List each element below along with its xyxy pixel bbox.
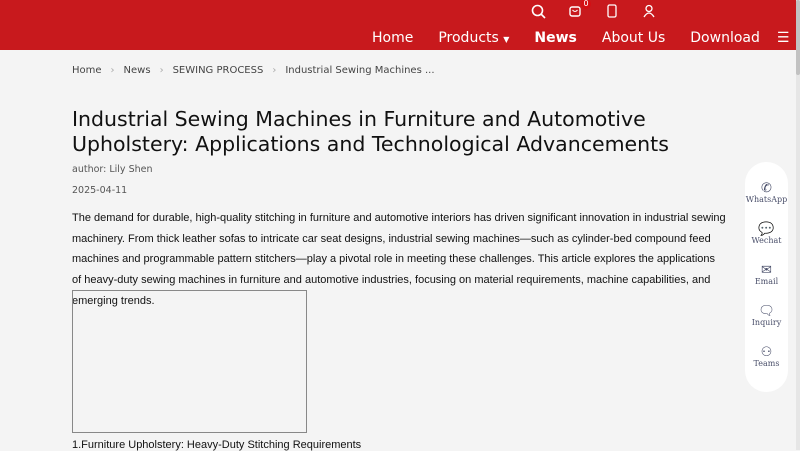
whatsapp-icon: ✆ (761, 181, 772, 196)
author: author: Lily Shen (72, 164, 153, 175)
chevron-icon: › (110, 65, 115, 76)
label: WhatsApp (745, 195, 788, 204)
breadcrumb: Home › News › SEWING PROCESS › Industrial S… (72, 65, 435, 76)
scrollbar[interactable] (796, 0, 800, 450)
chevron-icon: › (159, 65, 164, 76)
cart-icon[interactable]: 0 (565, 0, 591, 19)
label: Email (754, 277, 779, 286)
chevron-icon: › (272, 65, 277, 76)
side-whatsapp[interactable]: ✆ WhatsApp (745, 182, 788, 223)
crumb-current: Industrial Sewing Machines ... (285, 65, 435, 76)
page-title: Industrial Sewing Machines in Furniture … (72, 107, 669, 156)
nav-download[interactable]: Download (690, 30, 760, 46)
nav-about[interactable]: About Us (602, 30, 665, 46)
phone-icon[interactable] (602, 3, 622, 19)
nav-news[interactable]: News (534, 30, 576, 46)
label: Inquiry (751, 318, 782, 327)
nav-home[interactable]: Home (372, 30, 413, 46)
side-email[interactable]: ✉ Email (745, 264, 788, 305)
crumb-news[interactable]: News (124, 65, 151, 76)
date: 2025-04-11 (72, 185, 128, 196)
user-icon[interactable] (639, 3, 659, 19)
search-icon[interactable] (528, 3, 548, 19)
nav-products-label: Products (438, 30, 499, 46)
label: Wechat (751, 236, 782, 245)
side-inquiry[interactable]: 🗨 Inquiry (745, 305, 788, 346)
broken-image (72, 290, 307, 433)
email-icon: ✉ (761, 263, 772, 278)
wechat-icon: 💬 (758, 222, 775, 237)
nav-products[interactable]: Products ▼ (438, 30, 509, 46)
teams-icon: ⚇ (760, 345, 773, 360)
crumb-home[interactable]: Home (72, 65, 102, 76)
header: 0 Home Products ▼ News About Us Download… (0, 0, 796, 50)
cart-badge: 0 (581, 0, 591, 9)
caret-down-icon: ▼ (503, 35, 510, 44)
side-wechat[interactable]: 💬 Wechat (745, 223, 788, 264)
label: Teams (753, 359, 780, 368)
inquiry-icon: 🗨 (758, 304, 775, 319)
section-heading: 1.Furniture Upholstery: Heavy-Duty Stitc… (72, 439, 362, 451)
menu-icon[interactable]: ☰ (777, 30, 790, 46)
side-teams[interactable]: ⚇ Teams (745, 346, 788, 387)
contact-sidebar: ✆ WhatsApp 💬 Wechat ✉ Email 🗨 Inquiry ⚇ Teams (745, 162, 788, 392)
crumb-category[interactable]: SEWING PROCESS (173, 65, 264, 76)
